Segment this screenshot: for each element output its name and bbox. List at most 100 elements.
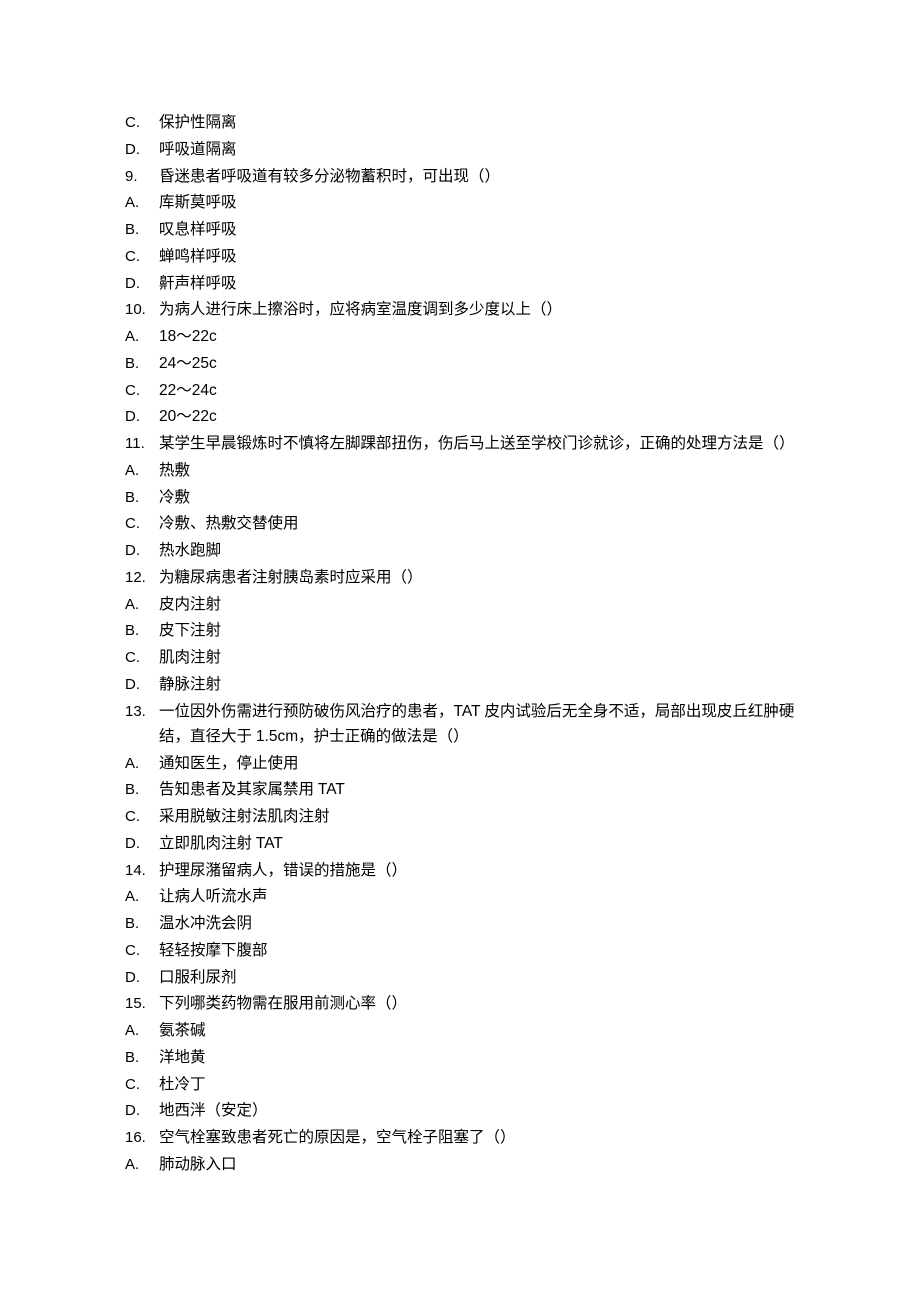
option-text: 温水冲洗会阴 — [159, 911, 800, 937]
option-letter: C. — [125, 512, 159, 537]
option-letter: A. — [125, 593, 159, 618]
option-letter: D. — [125, 832, 159, 857]
question-item: 13.一位因外伤需进行预防破伤风治疗的患者，TAT 皮内试验后无全身不适，局部出… — [125, 699, 800, 750]
question-number: 10. — [125, 298, 159, 323]
question-item: 10.为病人进行床上擦浴时，应将病室温度调到多少度以上（） — [125, 297, 800, 323]
option-text: 杜冷丁 — [159, 1072, 800, 1098]
option-letter: C. — [125, 1073, 159, 1098]
option-text: 采用脱敏注射法肌肉注射 — [159, 804, 800, 830]
option-item: C.保护性隔离 — [125, 110, 800, 136]
option-text: 肺动脉入口 — [159, 1152, 800, 1178]
option-item: B.皮下注射 — [125, 618, 800, 644]
option-item: A.库斯莫呼吸 — [125, 190, 800, 216]
option-item: B.冷敷 — [125, 485, 800, 511]
option-letter: C. — [125, 111, 159, 136]
option-item: C.22～24c — [125, 378, 800, 404]
option-item: A.皮内注射 — [125, 592, 800, 618]
question-item: 11.某学生早晨锻炼时不慎将左脚踝部扭伤，伤后马上送至学校门诊就诊，正确的处理方… — [125, 431, 800, 457]
option-item: A.热敷 — [125, 458, 800, 484]
option-letter: A. — [125, 191, 159, 216]
option-letter: A. — [125, 885, 159, 910]
option-letter: A. — [125, 459, 159, 484]
question-text: 一位因外伤需进行预防破伤风治疗的患者，TAT 皮内试验后无全身不适，局部出现皮丘… — [159, 699, 800, 750]
option-letter: D. — [125, 966, 159, 991]
option-item: B.洋地黄 — [125, 1045, 800, 1071]
option-item: B.叹息样呼吸 — [125, 217, 800, 243]
option-item: D.20～22c — [125, 404, 800, 430]
option-letter: B. — [125, 486, 159, 511]
option-letter: D. — [125, 272, 159, 297]
option-item: D.立即肌肉注射 TAT — [125, 831, 800, 857]
option-text: 呼吸道隔离 — [159, 137, 800, 163]
option-letter: B. — [125, 1046, 159, 1071]
question-item: 14.护理尿潴留病人，错误的措施是（） — [125, 858, 800, 884]
question-item: 15.下列哪类药物需在服用前测心率（） — [125, 991, 800, 1017]
option-text: 热水跑脚 — [159, 538, 800, 564]
option-letter: D. — [125, 138, 159, 163]
question-text: 某学生早晨锻炼时不慎将左脚踝部扭伤，伤后马上送至学校门诊就诊，正确的处理方法是（… — [159, 431, 800, 457]
question-number: 15. — [125, 992, 159, 1017]
question-number: 13. — [125, 700, 159, 725]
exam-questions: C.保护性隔离D.呼吸道隔离9.昏迷患者呼吸道有较多分泌物蓄积时，可出现（）A.… — [125, 110, 800, 1178]
option-text: 热敷 — [159, 458, 800, 484]
option-letter: B. — [125, 778, 159, 803]
question-number: 9. — [125, 165, 159, 190]
option-item: D.口服利尿剂 — [125, 965, 800, 991]
question-item: 16.空气栓塞致患者死亡的原因是，空气栓子阻塞了（） — [125, 1125, 800, 1151]
option-item: D.静脉注射 — [125, 672, 800, 698]
option-item: A.通知医生，停止使用 — [125, 751, 800, 777]
option-letter: A. — [125, 752, 159, 777]
option-letter: B. — [125, 352, 159, 377]
question-text: 为病人进行床上擦浴时，应将病室温度调到多少度以上（） — [159, 297, 800, 323]
option-item: D.地西泮（安定） — [125, 1098, 800, 1124]
option-letter: C. — [125, 245, 159, 270]
question-number: 14. — [125, 859, 159, 884]
option-text: 皮下注射 — [159, 618, 800, 644]
option-letter: C. — [125, 379, 159, 404]
option-letter: B. — [125, 912, 159, 937]
option-letter: D. — [125, 1099, 159, 1124]
option-item: A.18～22c — [125, 324, 800, 350]
option-text: 静脉注射 — [159, 672, 800, 698]
option-item: B.告知患者及其家属禁用 TAT — [125, 777, 800, 803]
option-item: B.温水冲洗会阴 — [125, 911, 800, 937]
option-item: A.肺动脉入口 — [125, 1152, 800, 1178]
option-letter: A. — [125, 325, 159, 350]
option-item: C.采用脱敏注射法肌肉注射 — [125, 804, 800, 830]
option-item: C.冷敷、热敷交替使用 — [125, 511, 800, 537]
question-text: 为糖尿病患者注射胰岛素时应采用（） — [159, 565, 800, 591]
option-text: 蝉鸣样呼吸 — [159, 244, 800, 270]
option-text: 冷敷 — [159, 485, 800, 511]
option-item: C.杜冷丁 — [125, 1072, 800, 1098]
option-text: 18～22c — [159, 324, 800, 350]
question-text: 昏迷患者呼吸道有较多分泌物蓄积时，可出现（） — [159, 164, 800, 190]
question-item: 12.为糖尿病患者注射胰岛素时应采用（） — [125, 565, 800, 591]
question-text: 护理尿潴留病人，错误的措施是（） — [159, 858, 800, 884]
question-text: 空气栓塞致患者死亡的原因是，空气栓子阻塞了（） — [159, 1125, 800, 1151]
option-letter: C. — [125, 939, 159, 964]
option-item: C.肌肉注射 — [125, 645, 800, 671]
option-item: A.让病人听流水声 — [125, 884, 800, 910]
option-text: 皮内注射 — [159, 592, 800, 618]
option-letter: D. — [125, 539, 159, 564]
option-text: 让病人听流水声 — [159, 884, 800, 910]
option-letter: B. — [125, 218, 159, 243]
question-item: 9.昏迷患者呼吸道有较多分泌物蓄积时，可出现（） — [125, 164, 800, 190]
option-text: 立即肌肉注射 TAT — [159, 831, 800, 857]
option-letter: D. — [125, 673, 159, 698]
option-text: 冷敷、热敷交替使用 — [159, 511, 800, 537]
option-text: 20～22c — [159, 404, 800, 430]
option-letter: C. — [125, 646, 159, 671]
option-text: 鼾声样呼吸 — [159, 271, 800, 297]
option-text: 22～24c — [159, 378, 800, 404]
option-item: D.热水跑脚 — [125, 538, 800, 564]
option-letter: C. — [125, 805, 159, 830]
option-item: B.24～25c — [125, 351, 800, 377]
option-text: 库斯莫呼吸 — [159, 190, 800, 216]
option-text: 口服利尿剂 — [159, 965, 800, 991]
option-text: 叹息样呼吸 — [159, 217, 800, 243]
option-text: 氨茶碱 — [159, 1018, 800, 1044]
option-text: 轻轻按摩下腹部 — [159, 938, 800, 964]
option-text: 肌肉注射 — [159, 645, 800, 671]
question-number: 16. — [125, 1126, 159, 1151]
